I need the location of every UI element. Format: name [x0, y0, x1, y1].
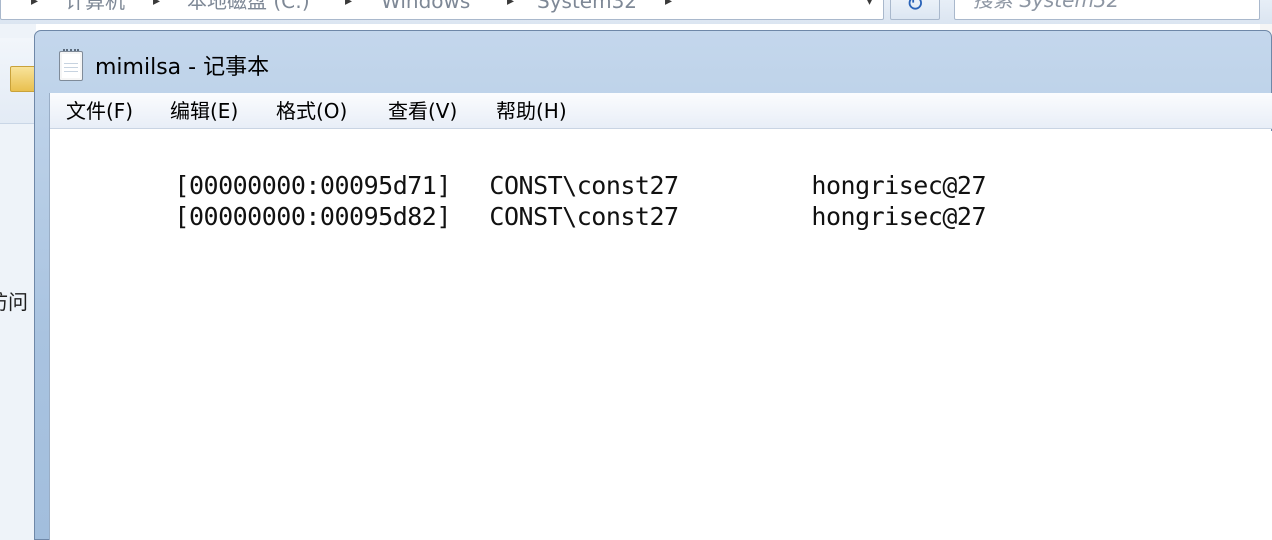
chevron-right-icon[interactable]: ▸ [153, 0, 160, 15]
notepad-icon[interactable] [59, 49, 83, 81]
menu-view[interactable]: 查看(V) [388, 93, 457, 129]
folder-icon[interactable] [10, 66, 36, 92]
notepad-window: mimilsa - 记事本 文件(F) 编辑(E) 格式(O) 查看(V) 帮助… [34, 30, 1272, 540]
search-input[interactable]: 搜索 System32 [954, 0, 1260, 20]
logon-id: [00000000:00095d71] [174, 171, 451, 200]
refresh-button[interactable]: ↻ [890, 0, 940, 20]
text-line: [00000000:00095d71] CONST\const27 hongrise… [58, 139, 1272, 200]
explorer-command-bar [0, 38, 36, 124]
chevron-down-icon[interactable]: ▾ [866, 0, 873, 15]
explorer-sidebar: 访问 [0, 24, 36, 540]
chevron-right-icon[interactable]: ▸ [31, 0, 38, 15]
logon-id: [00000000:00095d82] [174, 202, 451, 231]
menu-file[interactable]: 文件(F) [66, 93, 133, 129]
notepad-client-area: 文件(F) 编辑(E) 格式(O) 查看(V) 帮助(H) [00000000:… [49, 93, 1272, 540]
username: CONST\const27 [489, 171, 679, 200]
text-editor[interactable]: [00000000:00095d71] CONST\const27 hongrise… [50, 131, 1272, 540]
menu-format[interactable]: 格式(O) [276, 93, 347, 129]
breadcrumb-item-drive[interactable]: 本地磁盘 (C:) [187, 0, 310, 15]
explorer-toolbar: ▸ 计算机 ▸ 本地磁盘 (C:) ▸ Windows ▸ System32 ▸… [0, 0, 1272, 24]
address-bar[interactable]: ▸ 计算机 ▸ 本地磁盘 (C:) ▸ Windows ▸ System32 ▸… [0, 0, 884, 20]
chevron-right-icon[interactable]: ▸ [507, 0, 514, 15]
password: hongrisec@27 [811, 202, 987, 231]
breadcrumb-item-windows[interactable]: Windows [381, 0, 470, 15]
breadcrumb-item-system32[interactable]: System32 [537, 0, 637, 15]
chevron-right-icon[interactable]: ▸ [665, 0, 672, 15]
menu-bar: 文件(F) 编辑(E) 格式(O) 查看(V) 帮助(H) [50, 93, 1272, 129]
chevron-right-icon[interactable]: ▸ [345, 0, 352, 15]
title-bar[interactable]: mimilsa - 记事本 [35, 31, 1271, 93]
search-placeholder: 搜索 System32 [973, 0, 1120, 12]
menu-edit[interactable]: 编辑(E) [170, 93, 238, 129]
sidebar-item-label[interactable]: 访问 [0, 286, 36, 315]
refresh-icon: ↻ [905, 0, 925, 17]
password: hongrisec@27 [811, 171, 987, 200]
username: CONST\const27 [489, 202, 679, 231]
breadcrumb-item-computer[interactable]: 计算机 [65, 0, 125, 15]
menu-help[interactable]: 帮助(H) [496, 93, 567, 129]
window-title: mimilsa - 记事本 [95, 55, 270, 80]
